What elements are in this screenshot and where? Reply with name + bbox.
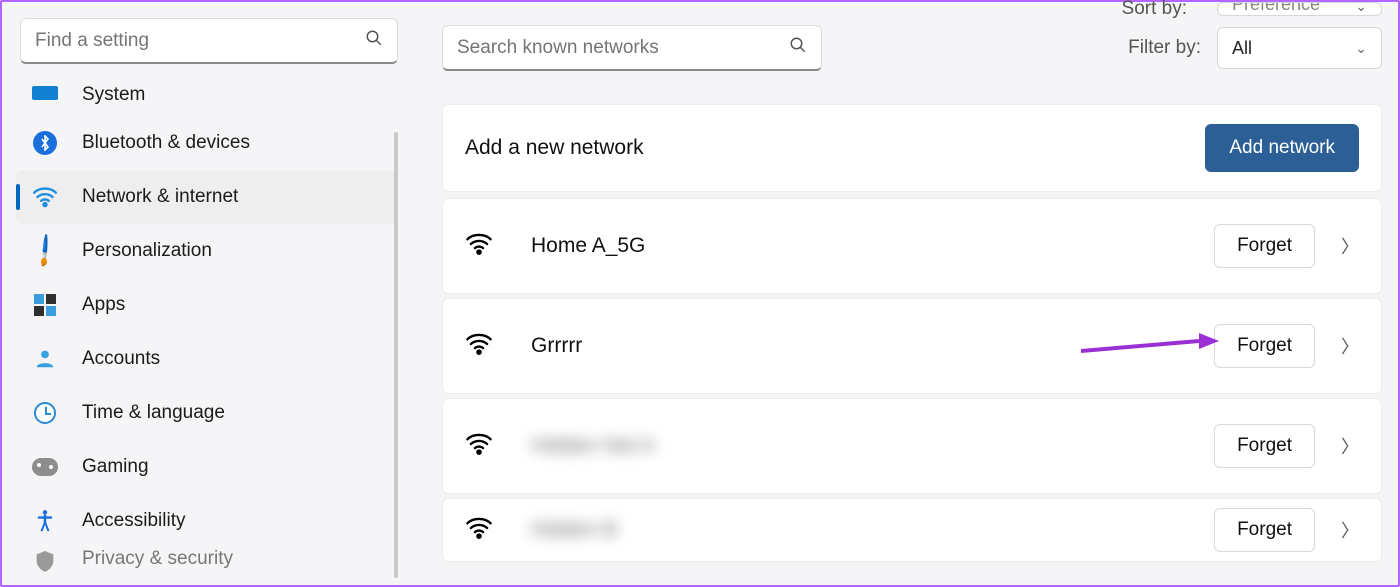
search-icon (365, 29, 383, 52)
forget-button[interactable]: Forget (1214, 508, 1315, 552)
network-name: Hidden B (531, 518, 617, 542)
sidebar-item-personalization[interactable]: 🖌️ Personalization (16, 224, 396, 278)
wifi-icon (465, 232, 493, 261)
forget-button[interactable]: Forget (1214, 424, 1315, 468)
main-content: Sort by: Preference ⌄ Filter by: All ⌄ A… (402, 2, 1398, 585)
bluetooth-icon (32, 130, 58, 156)
search-icon (789, 36, 807, 59)
paintbrush-icon: 🖌️ (27, 233, 64, 270)
sort-by-value: Preference (1232, 2, 1320, 15)
sidebar-item-label: Accessibility (82, 510, 185, 532)
sort-row: Sort by: Preference ⌄ (442, 2, 1382, 16)
network-row[interactable]: Hidden Net A Forget 〉 (442, 398, 1382, 494)
sidebar-item-label: Bluetooth & devices (82, 132, 250, 154)
chevron-down-icon: ⌄ (1355, 40, 1367, 57)
network-row[interactable]: Home A_5G Forget 〉 (442, 198, 1382, 294)
sidebar-item-label: Network & internet (82, 186, 238, 208)
apps-icon (32, 292, 58, 318)
filter-by-label: Filter by: (1128, 37, 1201, 59)
network-name: Grrrrr (531, 334, 582, 358)
sidebar-item-network[interactable]: Network & internet (16, 170, 396, 224)
filter-by-value: All (1232, 38, 1252, 59)
gamepad-icon (32, 454, 58, 480)
accessibility-icon (32, 508, 58, 534)
add-network-button[interactable]: Add network (1205, 124, 1359, 172)
chevron-down-icon: ⌄ (1355, 2, 1367, 15)
annotation-arrow (1081, 331, 1221, 367)
chevron-right-icon[interactable]: 〉 (1341, 433, 1359, 459)
forget-button[interactable]: Forget (1214, 324, 1315, 368)
sidebar-search-input[interactable] (35, 30, 365, 52)
sidebar-item-label: Personalization (82, 240, 212, 262)
sidebar-nav: System Bluetooth & devices Network & int… (16, 76, 402, 585)
chevron-right-icon[interactable]: 〉 (1341, 233, 1359, 259)
filter-row: Filter by: All ⌄ (442, 16, 1382, 80)
add-network-card: Add a new network Add network (442, 104, 1382, 192)
network-name: Home A_5G (531, 234, 645, 258)
sidebar-item-label: Apps (82, 294, 125, 316)
filter-by-dropdown[interactable]: All ⌄ (1217, 27, 1382, 69)
sidebar-search[interactable] (20, 18, 398, 64)
sort-by-dropdown[interactable]: Preference ⌄ (1217, 2, 1382, 16)
person-icon (32, 346, 58, 372)
sidebar-item-label: Time & language (82, 402, 225, 424)
shield-icon (32, 548, 58, 574)
sidebar-item-label: System (82, 84, 145, 106)
sidebar-item-accounts[interactable]: Accounts (16, 332, 396, 386)
known-networks-search[interactable] (442, 25, 822, 71)
network-name: Hidden Net A (531, 434, 655, 458)
network-row[interactable]: Hidden B Forget 〉 (442, 498, 1382, 562)
sidebar-item-time-language[interactable]: Time & language (16, 386, 396, 440)
wifi-icon (465, 332, 493, 361)
forget-button[interactable]: Forget (1214, 224, 1315, 268)
add-network-title: Add a new network (465, 136, 644, 160)
sidebar-item-label: Accounts (82, 348, 160, 370)
sidebar-item-accessibility[interactable]: Accessibility (16, 494, 396, 548)
system-icon (32, 80, 58, 106)
sidebar-item-privacy[interactable]: Privacy & security (16, 548, 396, 578)
wifi-icon (465, 432, 493, 461)
sidebar-item-apps[interactable]: Apps (16, 278, 396, 332)
sidebar-item-gaming[interactable]: Gaming (16, 440, 396, 494)
clock-globe-icon (32, 400, 58, 426)
sidebar-item-bluetooth[interactable]: Bluetooth & devices (16, 116, 396, 170)
chevron-right-icon[interactable]: 〉 (1341, 333, 1359, 359)
sidebar-item-label: Gaming (82, 456, 149, 478)
wifi-icon (465, 516, 493, 545)
network-row[interactable]: Grrrrr Forget 〉 (442, 298, 1382, 394)
sidebar: System Bluetooth & devices Network & int… (2, 2, 402, 585)
sidebar-item-system[interactable]: System (16, 76, 396, 116)
known-networks-search-input[interactable] (457, 37, 789, 59)
sidebar-item-label: Privacy & security (82, 548, 233, 570)
chevron-right-icon[interactable]: 〉 (1341, 517, 1359, 543)
wifi-icon (32, 184, 58, 210)
